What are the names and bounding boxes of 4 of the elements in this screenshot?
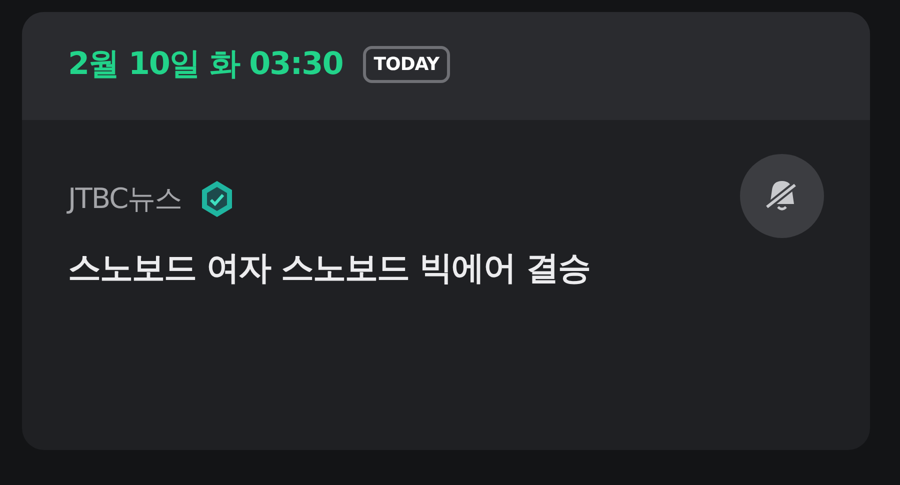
- source-name: JTBC뉴스: [68, 181, 182, 217]
- date-time: 2월 10일 화 03:30: [68, 45, 343, 84]
- news-title: 스노보드 여자 스노보드 빅에어 결승: [68, 247, 590, 289]
- today-badge: TODAY: [362, 46, 450, 82]
